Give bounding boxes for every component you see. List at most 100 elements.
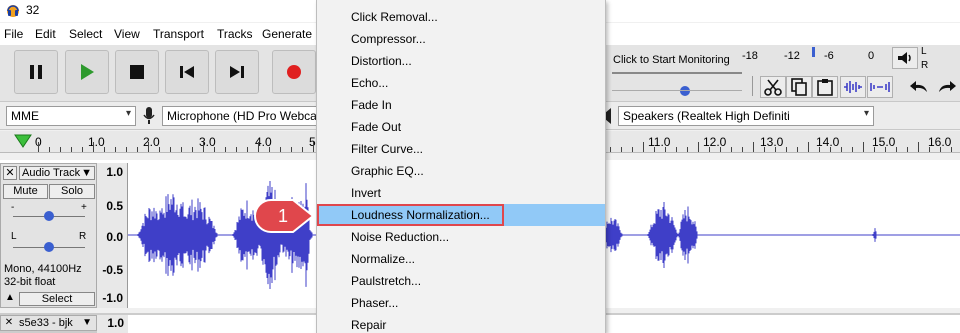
menu-item-distortion[interactable]: Distortion... [317, 50, 605, 72]
ruler-tick [269, 147, 270, 152]
ruler-tick [82, 147, 83, 152]
menu-transport[interactable]: Transport [153, 27, 204, 41]
ruler-tick [698, 142, 699, 152]
ruler-tick [610, 147, 611, 152]
menu-generate[interactable]: Generate [262, 27, 312, 41]
ruler-tick [313, 142, 314, 152]
ruler-label: 15.0 [872, 135, 896, 149]
recording-device-select[interactable]: Microphone (HD Pro Webca [162, 106, 318, 126]
step-callout: 1 [254, 199, 315, 233]
ruler-tick [786, 147, 787, 152]
microphone-icon [143, 107, 155, 124]
ruler-tick [93, 142, 94, 152]
gain-slider-thumb[interactable] [44, 211, 54, 221]
chevron-down-icon: ▾ [125, 108, 131, 119]
menu-item-paulstretch[interactable]: Paulstretch... [317, 270, 605, 292]
menu-item-normalize[interactable]: Normalize... [317, 248, 605, 270]
menu-item-compressor[interactable]: Compressor... [317, 28, 605, 50]
menu-select[interactable]: Select [69, 27, 102, 41]
chevron-down-icon: ▾ [863, 108, 869, 119]
menu-tracks[interactable]: Tracks [217, 27, 253, 41]
silence-audio-button[interactable] [867, 76, 893, 98]
playback-speed-slider[interactable] [612, 72, 742, 74]
menu-item-repair[interactable]: Repair [317, 314, 605, 333]
menu-item-invert[interactable]: Invert [317, 182, 605, 204]
ruler-tick [852, 147, 853, 152]
ruler-tick [863, 142, 864, 152]
copy-button[interactable] [786, 76, 812, 98]
ruler-tick [280, 147, 281, 152]
mute-button[interactable]: Mute [3, 184, 48, 199]
ruler-tick [137, 147, 138, 152]
cut-button[interactable] [760, 76, 786, 98]
callout-number: 1 [278, 206, 288, 226]
ruler-tick [159, 147, 160, 152]
trim-audio-button[interactable] [840, 76, 866, 98]
meter-scale-12: -12 [784, 50, 800, 62]
stop-button[interactable] [115, 50, 159, 94]
scale-label: 1.0 [106, 165, 123, 179]
undo-button[interactable] [906, 76, 932, 98]
ruler-tick [115, 147, 116, 152]
paste-icon [817, 79, 833, 96]
play-icon [81, 64, 94, 80]
close-track-button[interactable]: ✕ [3, 317, 15, 329]
ruler-tick [126, 147, 127, 152]
menu-item-graphic-eq[interactable]: Graphic EQ... [317, 160, 605, 182]
start-monitoring-label[interactable]: Click to Start Monitoring [613, 54, 730, 66]
ruler-tick [192, 147, 193, 152]
menu-item-fade-in[interactable]: Fade In [317, 94, 605, 116]
triangle-up-icon: ▲ [5, 292, 15, 303]
window-title: 32 [26, 3, 40, 17]
collapse-track-button[interactable]: ▲ [3, 292, 17, 306]
skip-start-button[interactable] [165, 50, 209, 94]
ruler-tick [764, 147, 765, 152]
pan-right-label: R [79, 231, 87, 242]
menu-edit[interactable]: Edit [35, 27, 56, 41]
audio-host-select[interactable]: MME ▾ [6, 106, 136, 126]
ruler-tick [225, 147, 226, 152]
ruler-tick [148, 142, 149, 152]
solo-button[interactable]: Solo [49, 184, 95, 199]
track-name-menu[interactable]: Audio Track ▼ [19, 166, 95, 180]
menu-item-filter-curve[interactable]: Filter Curve... [317, 138, 605, 160]
second-track-name[interactable]: s5e33 - bjk [19, 317, 73, 329]
play-head-triangle-icon[interactable] [14, 134, 32, 148]
track-control-panel: ✕ Audio Track ▼ Mute Solo - + L R Mono, … [0, 163, 97, 308]
audio-host-value: MME [11, 109, 39, 123]
ruler-tick [247, 147, 248, 152]
meter-peak-marker [812, 47, 815, 57]
pause-button[interactable] [14, 50, 58, 94]
ruler-label: 11.0 [648, 135, 671, 149]
select-label: Select [41, 293, 73, 305]
menu-item-click-removal[interactable]: Click Removal... [317, 6, 605, 28]
scale-label: 0.0 [106, 230, 123, 244]
menu-view[interactable]: View [114, 27, 140, 41]
scale-label: 0.5 [106, 199, 123, 213]
pan-slider-thumb[interactable] [44, 242, 54, 252]
ruler-tick [918, 142, 919, 152]
menu-file[interactable]: File [4, 27, 23, 41]
chevron-down-icon: ▼ [81, 167, 92, 179]
speaker-volume-button[interactable] [892, 47, 918, 69]
select-track-button[interactable]: Select [19, 292, 95, 306]
paste-button[interactable] [812, 76, 838, 98]
play-button[interactable] [65, 50, 109, 94]
gain-plus-label: + [81, 202, 87, 213]
skip-end-button[interactable] [215, 50, 259, 94]
ruler-tick [71, 147, 72, 152]
solo-label: Solo [60, 185, 84, 197]
close-track-button[interactable]: ✕ [3, 166, 17, 180]
ruler-tick [203, 142, 204, 152]
menu-item-noise-reduction[interactable]: Noise Reduction... [317, 226, 605, 248]
redo-button[interactable] [934, 76, 960, 98]
speaker-icon [898, 52, 911, 64]
menu-item-echo[interactable]: Echo... [317, 72, 605, 94]
skip-to-end-icon [230, 66, 244, 78]
record-button[interactable] [272, 50, 316, 94]
playback-speed-thumb[interactable] [680, 86, 690, 96]
playback-device-select[interactable]: Speakers (Realtek High Definiti ▾ [618, 106, 874, 126]
meter-scale-18: -18 [742, 50, 758, 62]
menu-item-phaser[interactable]: Phaser... [317, 292, 605, 314]
menu-item-fade-out[interactable]: Fade Out [317, 116, 605, 138]
